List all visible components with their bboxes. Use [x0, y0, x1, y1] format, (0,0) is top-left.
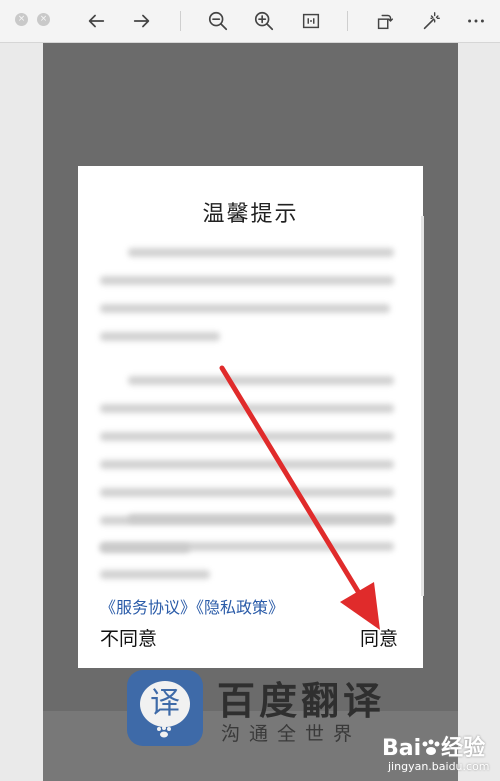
zoom-out-icon[interactable] — [203, 7, 233, 35]
agree-button[interactable]: 同意 — [360, 624, 398, 651]
app-name: 百度翻译 — [217, 679, 386, 723]
blurred-text-line — [100, 570, 210, 579]
privacy-dialog: 温馨提示 《服务协议》《隐私政策》 不同意 同意 — [78, 166, 424, 668]
blurred-text-line — [128, 248, 394, 257]
watermark-url: jingyan.baidu.com — [388, 760, 490, 773]
watermark-main: Bai 经验 — [382, 730, 485, 762]
watermark-jingyan: 经验 — [441, 736, 486, 761]
rotate-icon[interactable] — [370, 7, 400, 35]
agreement-links: 《服务协议》《隐私政策》 — [100, 594, 284, 618]
dialog-title: 温馨提示 — [202, 202, 299, 227]
blurred-text-line — [100, 332, 220, 341]
magic-wand-icon[interactable] — [416, 7, 446, 35]
viewer-toolbar: × × — [0, 0, 500, 43]
blurred-text-line — [100, 488, 394, 497]
back-arrow-icon[interactable] — [81, 7, 111, 35]
blurred-text-line — [100, 404, 394, 413]
blurred-text-line — [100, 460, 394, 469]
forward-arrow-icon[interactable] — [127, 7, 157, 35]
translate-char-icon: 译 — [140, 681, 190, 727]
blurred-text-line — [100, 276, 394, 285]
toolbar-separator — [180, 11, 181, 31]
dialog-scrollbar[interactable] — [421, 216, 424, 596]
paw-icon — [422, 739, 440, 755]
blurred-text-line — [100, 304, 390, 313]
blurred-text-line — [128, 514, 394, 523]
zoom-in-icon[interactable] — [249, 7, 279, 35]
watermark-bai: Bai — [382, 736, 422, 761]
baidu-translate-logo: 译 — [127, 670, 203, 746]
toolbar-separator — [347, 11, 348, 31]
blurred-text-line — [100, 432, 394, 441]
window-minimize-button[interactable]: × — [37, 13, 50, 26]
service-agreement-link[interactable]: 《服务协议》 — [100, 598, 196, 617]
blurred-text-line — [100, 542, 394, 551]
more-icon[interactable] — [461, 7, 491, 35]
app-slogan: 沟通全世界 — [221, 723, 362, 745]
window-close-button[interactable]: × — [15, 13, 28, 26]
dialog-body-blurred-2 — [100, 506, 400, 586]
fit-icon[interactable] — [296, 7, 326, 35]
paw-icon — [157, 726, 171, 738]
privacy-policy-link[interactable]: 《隐私政策》 — [196, 598, 284, 617]
blurred-text-line — [128, 376, 394, 385]
disagree-button[interactable]: 不同意 — [100, 624, 157, 651]
baidu-jingyan-watermark: Bai 经验 jingyan.baidu.com — [382, 725, 500, 781]
